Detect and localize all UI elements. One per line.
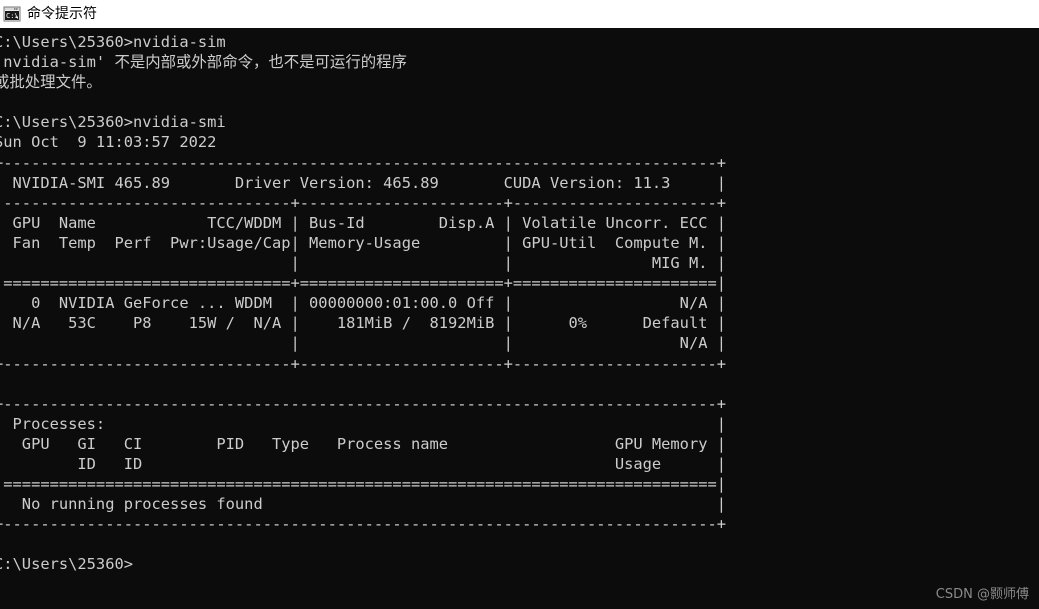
terminal-console[interactable]: C:\Users\25360>nvidia-sim 'nvidia-sim' 不… — [0, 28, 1039, 609]
window-title: 命令提示符 — [27, 6, 97, 22]
window-titlebar[interactable]: C:\ 命令提示符 — [0, 0, 1039, 28]
csdn-watermark: CSDN @颢师傅 — [935, 587, 1029, 602]
terminal-output: C:\Users\25360>nvidia-sim 'nvidia-sim' 不… — [0, 33, 727, 574]
svg-text:C:\: C:\ — [6, 12, 19, 20]
cmd-console-icon: C:\ — [3, 5, 21, 23]
